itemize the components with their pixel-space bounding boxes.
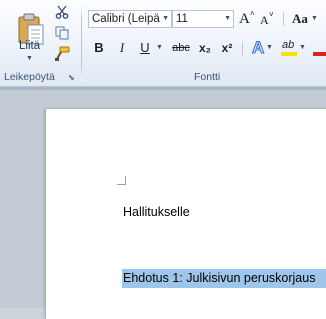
document-paragraph-2[interactable]: Ehdotus 1: Julkisivun peruskorjaus [123,271,315,285]
document-paragraph-1[interactable]: Hallitukselle [123,205,190,219]
change-case-icon: Aa [292,11,308,26]
grow-font-button[interactable]: A ˄ [238,9,256,28]
format-painter-button[interactable] [54,46,70,62]
font-name-dropdown-icon[interactable]: ▼ [160,11,169,27]
paste-label[interactable]: Liitä [19,40,40,52]
text-effects-button[interactable]: A ▼ [250,38,274,58]
change-case-dropdown-icon[interactable]: ▼ [311,11,318,27]
shrink-font-button[interactable]: A ˅ [258,10,276,28]
clipboard-group: Liitä ▼ Leikepöytä ⬊ [0,0,80,86]
underline-button[interactable]: U [136,40,154,56]
shrink-arrow-icon: ˅ [269,10,274,19]
text-effects-dropdown-icon[interactable]: ▼ [266,40,273,56]
font-color-button[interactable] [311,38,326,58]
ribbon: Liitä ▼ Leikepöytä ⬊ Calibri (Leipä ▼ 11… [0,0,326,87]
highlight-color-bar [281,52,297,56]
highlighter-icon: ab [282,39,295,51]
superscript-button[interactable]: x² [218,40,236,56]
copy-icon [55,26,69,40]
change-case-button[interactable]: Aa ▼ [291,10,321,28]
strikethrough-button[interactable]: abc [170,40,192,56]
font-name-value: Calibri (Leipä [92,13,160,25]
font-name-combo[interactable]: Calibri (Leipä ▼ [88,10,172,28]
ribbon-bottom-border [0,87,326,90]
bold-button[interactable]: B [90,40,108,56]
paste-dropdown-icon[interactable]: ▼ [26,55,33,62]
font-inner-separator-2 [242,40,243,58]
grow-arrow-icon: ˄ [250,9,255,18]
font-size-combo[interactable]: 11 ▼ [172,10,234,28]
highlight-button[interactable]: ab ▼ [280,38,306,58]
highlight-dropdown-icon[interactable]: ▼ [299,40,306,56]
document-page[interactable]: Hallitukselle Ehdotus 1: Julkisivun peru… [46,109,326,319]
cut-button[interactable] [54,4,70,20]
font-group: Calibri (Leipä ▼ 11 ▼ A ˄ A ˅ Aa ▼ B I U… [82,0,326,86]
clipboard-dialog-launcher-icon[interactable]: ⬊ [68,73,75,82]
clipboard-group-label: Leikepöytä [4,71,55,83]
text-effects-icon: A [251,38,265,58]
font-size-dropdown-icon[interactable]: ▼ [224,11,231,27]
italic-button[interactable]: I [113,40,131,56]
margin-corner-mark [117,176,126,185]
scissors-icon [55,5,69,19]
subscript-button[interactable]: x₂ [196,40,214,56]
underline-dropdown-icon[interactable]: ▼ [156,40,163,56]
font-inner-separator [283,10,284,28]
font-size-value: 11 [176,13,188,25]
format-painter-icon [55,46,70,61]
font-group-label: Fontti [194,71,221,83]
copy-button[interactable] [54,25,70,41]
font-color-bar [313,52,326,56]
shrink-font-icon: A [260,13,269,27]
grow-font-icon: A [239,11,250,27]
